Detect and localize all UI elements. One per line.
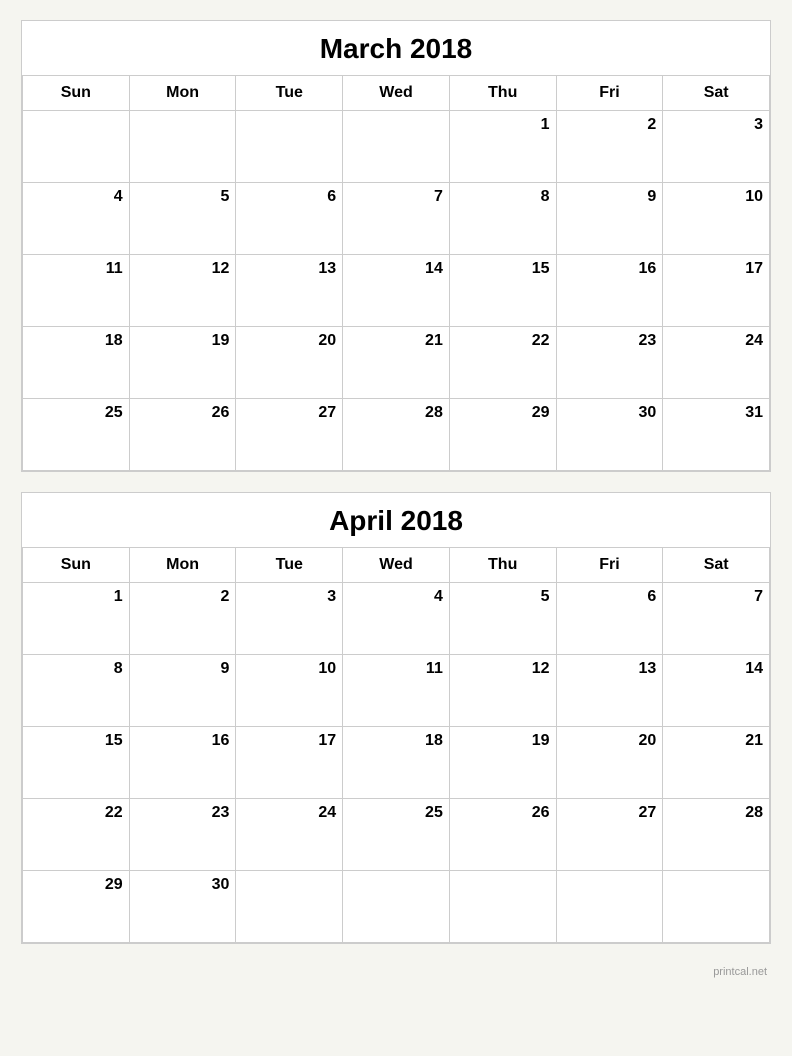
march-day-3: 3 [663,111,770,183]
march-day-13: 13 [236,255,343,327]
march-day-empty [343,111,450,183]
march-day-30: 30 [557,399,664,471]
april-grid: Sun Mon Tue Wed Thu Fri Sat 1 2 3 4 5 6 … [22,548,770,943]
march-day-22: 22 [450,327,557,399]
march-day-8: 8 [450,183,557,255]
march-day-20: 20 [236,327,343,399]
april-day-2: 2 [130,583,237,655]
march-grid: Sun Mon Tue Wed Thu Fri Sat 1 2 3 4 5 6 … [22,76,770,471]
march-day-1: 1 [450,111,557,183]
april-header-thu: Thu [450,548,557,583]
april-day-24: 24 [236,799,343,871]
april-day-27: 27 [557,799,664,871]
march-day-29: 29 [450,399,557,471]
march-day-15: 15 [450,255,557,327]
march-day-26: 26 [130,399,237,471]
march-day-27: 27 [236,399,343,471]
april-header-tue: Tue [236,548,343,583]
march-header-fri: Fri [557,76,664,111]
march-day-19: 19 [130,327,237,399]
april-day-3: 3 [236,583,343,655]
march-day-17: 17 [663,255,770,327]
march-day-16: 16 [557,255,664,327]
april-header-sat: Sat [663,548,770,583]
april-day-12: 12 [450,655,557,727]
watermark: printcal.net [21,964,771,980]
april-day-13: 13 [557,655,664,727]
march-day-empty [130,111,237,183]
april-day-empty [557,871,664,943]
march-day-2: 2 [557,111,664,183]
april-day-16: 16 [130,727,237,799]
april-day-empty [450,871,557,943]
april-day-25: 25 [343,799,450,871]
april-day-8: 8 [23,655,130,727]
april-day-19: 19 [450,727,557,799]
march-day-14: 14 [343,255,450,327]
march-header-thu: Thu [450,76,557,111]
march-header-mon: Mon [130,76,237,111]
march-day-9: 9 [557,183,664,255]
march-day-7: 7 [343,183,450,255]
march-day-10: 10 [663,183,770,255]
april-day-empty [663,871,770,943]
april-calendar: April 2018 Sun Mon Tue Wed Thu Fri Sat 1… [21,492,771,944]
april-day-26: 26 [450,799,557,871]
march-header-tue: Tue [236,76,343,111]
april-day-28: 28 [663,799,770,871]
april-day-empty [343,871,450,943]
march-day-24: 24 [663,327,770,399]
april-day-14: 14 [663,655,770,727]
april-day-18: 18 [343,727,450,799]
april-day-1: 1 [23,583,130,655]
march-day-12: 12 [130,255,237,327]
march-calendar: March 2018 Sun Mon Tue Wed Thu Fri Sat 1… [21,20,771,472]
april-day-20: 20 [557,727,664,799]
april-day-30: 30 [130,871,237,943]
april-header-sun: Sun [23,548,130,583]
april-day-7: 7 [663,583,770,655]
april-day-empty [236,871,343,943]
march-header-wed: Wed [343,76,450,111]
april-day-17: 17 [236,727,343,799]
march-day-4: 4 [23,183,130,255]
april-day-5: 5 [450,583,557,655]
march-day-31: 31 [663,399,770,471]
march-day-5: 5 [130,183,237,255]
april-day-15: 15 [23,727,130,799]
march-day-18: 18 [23,327,130,399]
april-day-29: 29 [23,871,130,943]
march-header-sun: Sun [23,76,130,111]
april-day-9: 9 [130,655,237,727]
march-day-23: 23 [557,327,664,399]
march-day-empty [23,111,130,183]
march-day-empty [236,111,343,183]
march-day-21: 21 [343,327,450,399]
march-day-25: 25 [23,399,130,471]
march-day-6: 6 [236,183,343,255]
april-day-4: 4 [343,583,450,655]
april-header-fri: Fri [557,548,664,583]
april-day-22: 22 [23,799,130,871]
april-header-wed: Wed [343,548,450,583]
april-day-21: 21 [663,727,770,799]
april-day-11: 11 [343,655,450,727]
april-day-23: 23 [130,799,237,871]
march-day-11: 11 [23,255,130,327]
april-header-mon: Mon [130,548,237,583]
april-title: April 2018 [22,493,770,548]
april-day-10: 10 [236,655,343,727]
march-title: March 2018 [22,21,770,76]
march-day-28: 28 [343,399,450,471]
march-header-sat: Sat [663,76,770,111]
april-day-6: 6 [557,583,664,655]
